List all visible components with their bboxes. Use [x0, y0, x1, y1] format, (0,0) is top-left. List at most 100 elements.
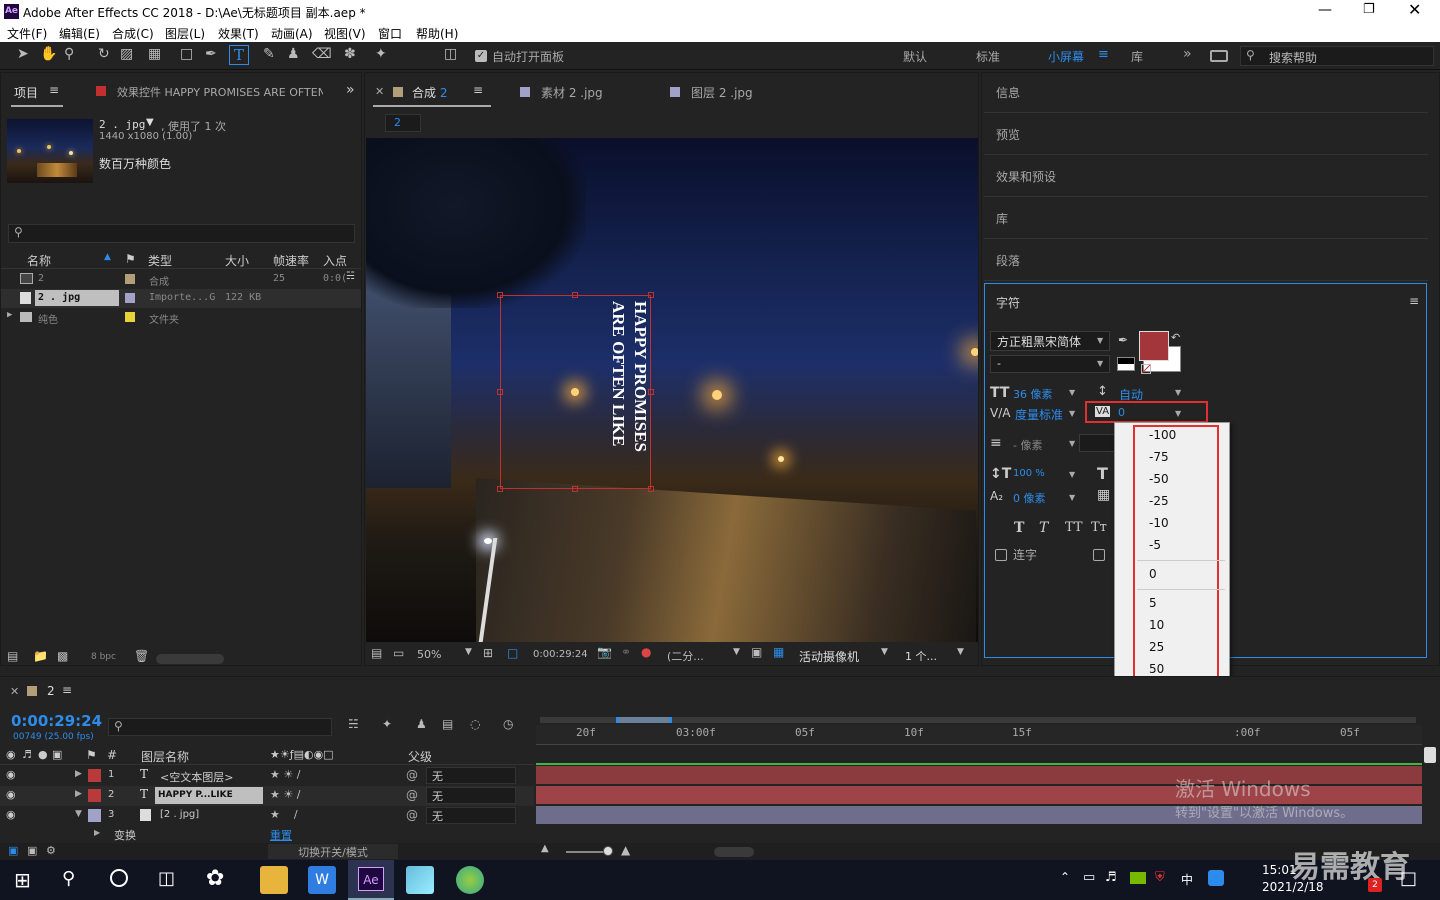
chevron-down-icon[interactable]: ▼ — [957, 647, 964, 657]
pinwheel-app-icon[interactable]: ✿ — [206, 866, 224, 891]
horizontal-scrollbar[interactable] — [714, 847, 754, 857]
pickwhip-icon[interactable]: @ — [406, 808, 418, 822]
timeline-search-input[interactable]: ⚲ — [108, 718, 332, 736]
camera-tool-icon[interactable]: ▨ — [120, 46, 133, 62]
volume-icon[interactable]: ♬ — [1105, 870, 1117, 885]
layer-label-color[interactable] — [88, 769, 101, 782]
melon-app-icon[interactable] — [456, 866, 484, 894]
tab-composition[interactable]: 合成 2 — [412, 84, 447, 101]
type-tool-icon[interactable]: T — [229, 45, 249, 65]
pickwhip-icon[interactable]: @ — [406, 788, 418, 802]
font-style-dropdown[interactable]: - — [990, 355, 1110, 373]
panel-menu-icon[interactable]: ≡ — [1409, 294, 1419, 308]
expand-arrow-icon[interactable]: ▶ — [94, 828, 100, 837]
parent-dropdown[interactable]: 无 — [426, 807, 516, 824]
modes-toggle-icon[interactable]: ▣ — [27, 844, 37, 857]
parent-header[interactable]: 父级 — [408, 748, 432, 765]
restore-icon[interactable]: ❐ — [1363, 2, 1375, 17]
stroke-width-value[interactable]: - 像素 — [1013, 437, 1042, 453]
thumb-dropdown-icon[interactable]: ▼ — [146, 117, 154, 128]
tab-effect-controls[interactable]: 效果控件 HAPPY PROMISES ARE OFTEN — [117, 84, 323, 100]
tray-chevron-icon[interactable]: ⌃ — [1060, 870, 1070, 884]
col-name[interactable]: 名称 — [27, 252, 51, 269]
eraser-tool-icon[interactable]: ⌫ — [312, 46, 332, 62]
fill-color-swatch[interactable] — [1139, 331, 1169, 361]
ligature-checkbox[interactable] — [995, 549, 1007, 561]
zoom-slider-thumb[interactable] — [603, 846, 613, 856]
selection-tool-icon[interactable]: ➤ — [17, 46, 29, 62]
graph-editor-icon[interactable]: ◷ — [503, 717, 513, 731]
bbox-handle[interactable] — [572, 292, 578, 298]
menu-animation[interactable]: 动画(A) — [271, 25, 313, 42]
layer-label-color[interactable] — [88, 809, 101, 822]
menu-composition[interactable]: 合成(C) — [112, 25, 154, 42]
effects-presets-panel-header[interactable]: 效果和预设 — [984, 157, 1428, 197]
project-scrollbar[interactable] — [156, 654, 224, 664]
chevron-down-icon[interactable]: ▼ — [1175, 388, 1181, 397]
hand-tool-icon[interactable]: ✋ — [40, 46, 57, 62]
chevron-down-icon[interactable]: ▼ — [881, 647, 888, 657]
wps-icon[interactable]: W — [308, 866, 336, 894]
bbox-handle[interactable] — [648, 486, 654, 492]
transform-row[interactable]: ▶ 变换 重置 — [0, 826, 534, 842]
layer-name[interactable]: HAPPY P...LIKE — [158, 790, 233, 800]
roto-brush-tool-icon[interactable]: ✽ — [344, 46, 356, 62]
layer-row-1[interactable]: ◉ ▶ 1 T <空文本图层> ★ ☀ / @ 无 — [0, 766, 534, 786]
clone-stamp-tool-icon[interactable]: ♟ — [287, 46, 300, 62]
layer-row-3[interactable]: ◉ ▼ 3 [2 . jpg] ★ / @ 无 — [0, 806, 534, 826]
small-caps-button[interactable]: Tт — [1091, 520, 1107, 535]
collapse-arrow-icon[interactable]: ▼ — [75, 809, 82, 819]
project-search-input[interactable]: ⚲ — [8, 224, 355, 243]
chevron-down-icon[interactable]: ▼ — [465, 647, 472, 657]
tracking-option[interactable]: 0 — [1115, 563, 1225, 585]
bpc-label[interactable]: 8 bpc — [91, 652, 116, 662]
bbox-handle[interactable] — [497, 389, 503, 395]
panel-overflow-icon[interactable]: » — [346, 82, 355, 98]
workspace-default[interactable]: 默认 — [903, 48, 927, 65]
tab-menu-icon[interactable]: ≡ — [49, 83, 59, 97]
layer-switches[interactable]: ★ ☀ / — [270, 768, 300, 781]
transparency-grid-icon[interactable]: ▦ — [773, 645, 784, 659]
zoom-tool-icon[interactable]: ⚲ — [64, 46, 74, 62]
tracking-option[interactable]: -25 — [1115, 490, 1225, 512]
project-item-folder[interactable]: ▶ 纯色 文件夹 — [1, 308, 361, 327]
expand-arrow-icon[interactable]: ▶ — [7, 310, 12, 320]
menu-layer[interactable]: 图层(L) — [165, 25, 205, 42]
menu-edit[interactable]: 编辑(E) — [59, 25, 100, 42]
notification-badge[interactable]: 2 — [1368, 878, 1382, 892]
paragraph-panel-header[interactable]: 段落 — [984, 241, 1428, 281]
workspace-menu-icon[interactable]: ≡ — [1098, 47, 1109, 62]
brush-tool-icon[interactable]: ✎ — [263, 46, 275, 62]
layer-switches-toggle-icon[interactable]: ▣ — [8, 844, 18, 857]
chevron-down-icon[interactable]: ▼ — [733, 647, 740, 657]
tab-footage[interactable]: 素材 2 .jpg — [541, 84, 603, 101]
puppet-tool-icon[interactable]: ✦ — [375, 46, 387, 62]
zoom-in-icon[interactable]: ▲ — [621, 843, 630, 857]
hindi-digits-checkbox[interactable] — [1093, 549, 1105, 561]
black-white-swatch[interactable] — [1117, 357, 1135, 371]
time-ruler[interactable] — [536, 725, 1422, 745]
tracking-value[interactable]: 0 — [1118, 406, 1125, 419]
font-family-dropdown[interactable]: 方正粗黑宋简体 — [990, 331, 1110, 351]
layer-label-color[interactable] — [88, 789, 101, 802]
always-preview-icon[interactable]: ▤ — [371, 646, 382, 660]
timeline-tab-menu-icon[interactable]: ≡ — [62, 683, 72, 697]
pickwhip-icon[interactable]: @ — [406, 768, 418, 782]
nvidia-icon[interactable] — [1130, 872, 1146, 884]
chevron-down-icon[interactable]: ▼ — [1069, 493, 1075, 502]
timeline-timecode[interactable]: 0:00:29:24 — [11, 712, 102, 730]
chevron-down-icon[interactable]: ▼ — [1069, 388, 1075, 397]
col-type[interactable]: 类型 — [148, 252, 172, 269]
safe-zones-icon[interactable]: ⊞ — [483, 646, 493, 660]
channels-icon[interactable]: ● — [641, 645, 651, 659]
info-panel-header[interactable]: 信息 — [984, 73, 1428, 113]
layer-switches[interactable]: ★ / — [270, 808, 298, 821]
flowchart-icon[interactable]: ☵ — [346, 271, 355, 282]
panel-toggle-icon[interactable]: ◫ — [444, 46, 457, 62]
views-dropdown[interactable]: 1 个... — [905, 648, 937, 664]
ime-indicator[interactable]: 中 — [1181, 871, 1193, 888]
visibility-icon[interactable]: ◉ — [6, 788, 16, 801]
search-help-box[interactable]: ⚲ 搜索帮助 — [1240, 46, 1434, 66]
bbox-handle[interactable] — [648, 292, 654, 298]
tracking-option[interactable]: -50 — [1115, 468, 1225, 490]
